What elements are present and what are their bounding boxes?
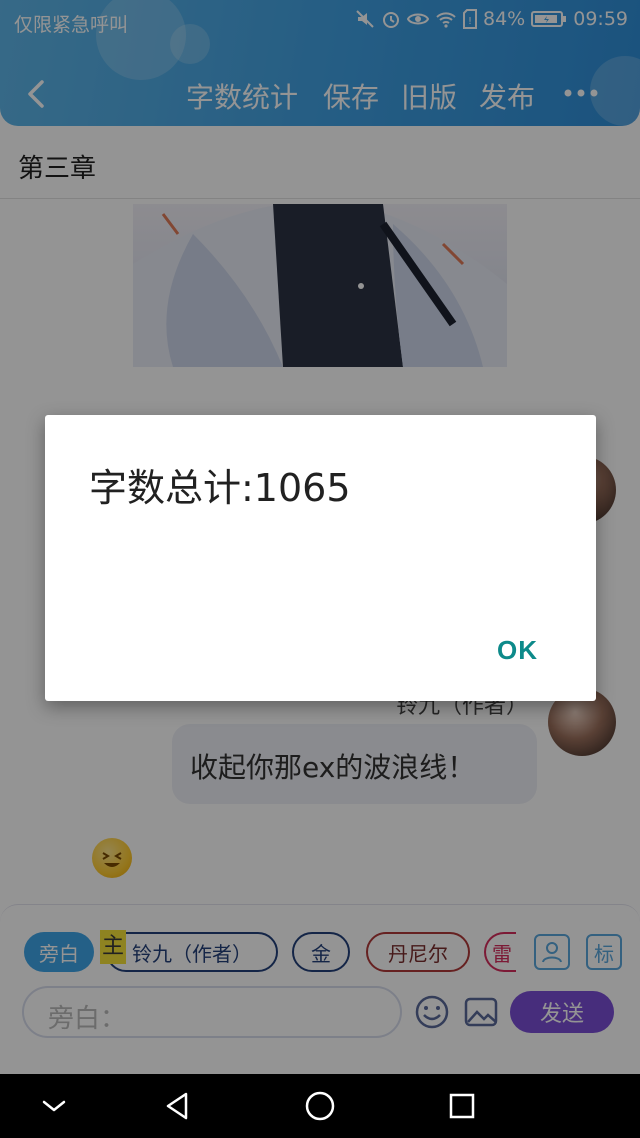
- recents-square-icon[interactable]: [444, 1088, 480, 1124]
- ok-button[interactable]: OK: [497, 635, 538, 666]
- navigation-bar: [0, 1074, 640, 1138]
- home-circle-icon[interactable]: [302, 1088, 338, 1124]
- word-count-dialog: 字数总计:1065 OK: [45, 415, 596, 701]
- back-triangle-icon[interactable]: [160, 1088, 196, 1124]
- dialog-message: 字数总计:1065: [89, 466, 351, 510]
- chevron-down-icon[interactable]: [36, 1088, 72, 1124]
